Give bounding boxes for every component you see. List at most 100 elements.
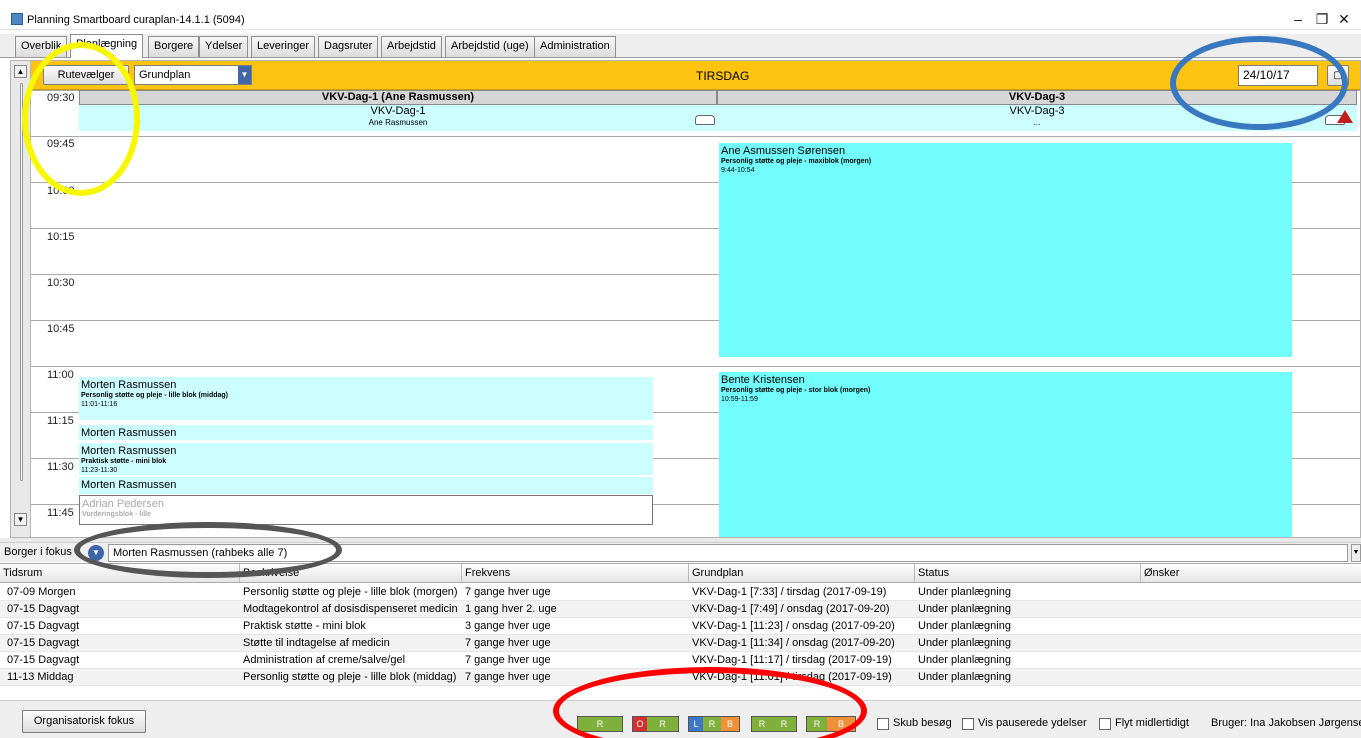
tab-administration[interactable]: Administration <box>534 36 616 57</box>
scroll-down-button[interactable]: ▼ <box>14 513 27 526</box>
chevron-down-icon[interactable]: ▼ <box>1351 544 1361 562</box>
warning-icon <box>1337 110 1353 123</box>
col-header-frekvens[interactable]: Frekvens <box>462 564 689 583</box>
grundplan-select[interactable]: Grundplan ▼ <box>134 65 252 85</box>
table-row[interactable]: 07-15 Dagvagt Praktisk støtte - mini blo… <box>0 618 1361 635</box>
window-titlebar: Planning Smartboard curaplan-14.1.1 (509… <box>0 0 1361 30</box>
citizen-focus-select[interactable]: Morten Rasmussen (rahbeks alle 7) <box>108 544 1348 562</box>
status-chip: R <box>703 717 721 731</box>
col-header-grundplan[interactable]: Grundplan <box>689 564 915 583</box>
tab-arbejdstid[interactable]: Arbejdstid <box>381 36 442 57</box>
time-label: 11:00 <box>47 369 74 381</box>
visit-citizen: Adrian Pedersen <box>82 498 164 510</box>
route-band-vkv-dag-3[interactable]: VKV-Dag-3 ... <box>717 105 1357 131</box>
calendar-button[interactable]: ▢ <box>1327 65 1349 86</box>
scroll-up-button[interactable]: ▲ <box>14 65 27 78</box>
route-filter-or-button[interactable]: OR <box>632 716 679 732</box>
services-table-header: Tidsrum ▲ Beskrivelse Frekvens Grundplan … <box>0 563 1361 583</box>
cell-grundplan: VKV-Dag-1 [7:33] / tirsdag (2017-09-19) <box>692 586 887 598</box>
tab-overblik[interactable]: Overblik <box>15 36 68 57</box>
table-row[interactable]: 07-15 Dagvagt Støtte til indtagelse af m… <box>0 635 1361 652</box>
col-header-status[interactable]: Status <box>915 564 1141 583</box>
status-chip: L <box>689 717 703 731</box>
tab-planlaegning[interactable]: Planlægning <box>70 34 144 58</box>
visit-service: Personlig støtte og pleje - stor blok (m… <box>721 387 871 394</box>
time-label: 09:45 <box>47 138 75 150</box>
cell-frekvens: 7 gange hver uge <box>465 671 551 683</box>
table-row[interactable]: 07-09 Morgen Personlig støtte og pleje -… <box>0 584 1361 601</box>
calendar-icon: ▢ <box>1333 70 1343 81</box>
cell-status: Under planlægning <box>918 671 1011 683</box>
visit-time: 9:44-10:54 <box>721 167 755 174</box>
vertical-scroller[interactable]: ▲ ▼ <box>11 61 31 537</box>
rutevaelger-button[interactable]: Rutevælger <box>43 65 129 85</box>
visit-service: Personlig støtte og pleje - lille blok (… <box>81 392 229 399</box>
close-button[interactable]: ✕ <box>1322 8 1361 30</box>
route-filter-rr-button[interactable]: RR <box>751 716 797 732</box>
time-label: 11:30 <box>47 461 74 473</box>
visit-citizen: Bente Kristensen <box>721 374 805 386</box>
tab-leveringer[interactable]: Leveringer <box>251 36 315 57</box>
vis-pauserede-checkbox[interactable] <box>962 718 974 730</box>
cell-beskrivelse: Personlig støtte og pleje - lille blok (… <box>243 671 457 683</box>
date-field[interactable]: 24/10/17 <box>1238 65 1318 86</box>
route-header-vkv-dag-3[interactable]: VKV-Dag-3 <box>717 90 1357 105</box>
car-icon <box>695 115 715 125</box>
status-chip: R <box>647 717 678 731</box>
tab-borgere[interactable]: Borgere <box>148 36 200 57</box>
route-employee: Ane Rasmussen <box>368 118 428 127</box>
day-header-bar: Rutevælger Grundplan ▼ TIRSDAG 24/10/17 … <box>31 61 1360 90</box>
visit-citizen: Morten Rasmussen <box>81 479 177 491</box>
cell-status: Under planlægning <box>918 654 1011 666</box>
organisatorisk-fokus-button[interactable]: Organisatorisk fokus <box>22 710 146 733</box>
cell-frekvens: 7 gange hver uge <box>465 586 551 598</box>
col-header-onsker[interactable]: Ønsker <box>1141 564 1361 583</box>
flyt-midlertidigt-checkbox[interactable] <box>1099 718 1111 730</box>
route-band-vkv-dag-1[interactable]: VKV-Dag-1 Ane Rasmussen <box>79 105 717 131</box>
route-header-vkv-dag-1[interactable]: VKV-Dag-1 (Ane Rasmussen) <box>79 90 717 105</box>
cell-tidsrum: 07-15 Dagvagt <box>7 620 80 632</box>
cell-beskrivelse: Støtte til indtagelse af medicin <box>243 637 390 649</box>
visit-card[interactable]: Morten Rasmussen <box>79 425 653 440</box>
time-label: 10:30 <box>47 277 75 289</box>
table-row[interactable]: 11-13 Middag Personlig støtte og pleje -… <box>0 669 1361 686</box>
cell-tidsrum: 07-15 Dagvagt <box>7 603 80 615</box>
visit-service: Praktisk støtte - mini blok <box>81 458 167 465</box>
status-chip: B <box>721 717 739 731</box>
cell-status: Under planlægning <box>918 603 1011 615</box>
vis-pauserede-label: Vis pauserede ydelser <box>978 717 1087 729</box>
skub-besog-checkbox[interactable] <box>877 718 889 730</box>
timeline: 09:30 09:45 10:00 10:15 10:30 10:45 11:0… <box>31 90 1360 537</box>
cell-status: Under planlægning <box>918 586 1011 598</box>
visit-card[interactable]: Morten Rasmussen <box>79 477 653 494</box>
col-header-beskrivelse[interactable]: Beskrivelse <box>240 564 462 583</box>
time-label: 10:45 <box>47 323 75 335</box>
status-chip: R <box>752 717 772 731</box>
visit-card[interactable]: Morten Rasmussen Personlig støtte og ple… <box>79 377 653 420</box>
table-row[interactable]: 07-15 Dagvagt Administration af creme/sa… <box>0 652 1361 669</box>
flyt-midlertidigt-label: Flyt midlertidigt <box>1115 717 1189 729</box>
tab-dagsruter[interactable]: Dagsruter <box>318 36 379 57</box>
route-filter-rb-button[interactable]: RB <box>806 716 856 732</box>
route-filter-lrb-button[interactable]: LRB <box>688 716 740 732</box>
cell-frekvens: 1 gang hver 2. uge <box>465 603 557 615</box>
status-chip: R <box>772 717 796 731</box>
status-chip: O <box>633 717 647 731</box>
tab-ydelser[interactable]: Ydelser <box>199 36 249 57</box>
col-header-tidsrum[interactable]: Tidsrum ▲ <box>0 564 240 583</box>
visit-citizen: Ane Asmussen Sørensen <box>721 145 846 157</box>
time-label: 09:30 <box>47 92 75 104</box>
route-filter-r-button[interactable]: R <box>577 716 623 732</box>
visit-card[interactable]: Ane Asmussen Sørensen Personlig støtte o… <box>719 143 1292 357</box>
table-row[interactable]: 07-15 Dagvagt Modtagekontrol af dosisdis… <box>0 601 1361 618</box>
time-label: 10:15 <box>47 231 75 243</box>
focus-dropdown-button[interactable]: ▼ <box>88 545 104 561</box>
visit-card[interactable]: Morten Rasmussen Praktisk støtte - mini … <box>79 443 653 475</box>
cell-beskrivelse: Praktisk støtte - mini blok <box>243 620 366 632</box>
services-table: 07-09 Morgen Personlig støtte og pleje -… <box>0 584 1361 692</box>
visit-card[interactable]: Bente Kristensen Personlig støtte og ple… <box>719 372 1292 537</box>
visit-card-paused[interactable]: Adrian Pedersen Vurderingsblok - lille <box>79 495 653 525</box>
scroll-track[interactable] <box>20 83 23 481</box>
tab-arbejdstid-uge[interactable]: Arbejdstid (uge) <box>445 36 535 57</box>
window-title: Planning Smartboard curaplan-14.1.1 (509… <box>27 14 245 26</box>
